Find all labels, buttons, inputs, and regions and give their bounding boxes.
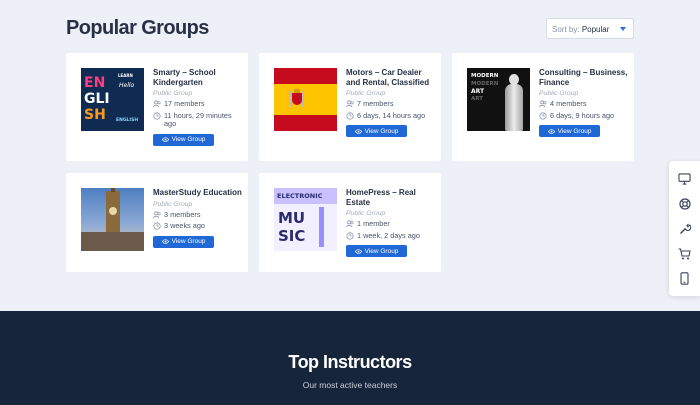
clock-icon	[539, 111, 547, 120]
member-count: 1 member	[357, 219, 390, 228]
button-label: View Group	[364, 127, 399, 135]
eye-icon	[354, 248, 362, 254]
view-group-button[interactable]: View Group	[539, 125, 600, 137]
lifebuoy-icon[interactable]	[677, 196, 692, 211]
instructors-section: Top Instructors Our most active teachers	[0, 311, 700, 405]
view-group-button[interactable]: View Group	[153, 235, 214, 248]
coat-of-arms	[290, 89, 304, 109]
group-thumbnail[interactable]	[81, 188, 144, 251]
group-name[interactable]: Smarty – School Kindergarten	[153, 68, 243, 87]
monitor-icon[interactable]	[677, 171, 692, 186]
group-thumbnail[interactable]	[274, 68, 337, 131]
group-card: ELECTRONIC MU SIC HomePress – Real Estat…	[259, 173, 441, 272]
page-title: Popular Groups	[66, 17, 209, 39]
clock-icon	[346, 111, 354, 120]
members-icon	[539, 100, 547, 108]
group-type: Public Group	[153, 200, 193, 208]
group-thumbnail[interactable]: MODERN MODERN ART ART	[467, 68, 530, 131]
members-icon	[346, 100, 354, 108]
last-active: 6 days, 14 hours ago	[357, 110, 426, 120]
thumb-text: MODERN	[471, 73, 499, 79]
view-group-button[interactable]: View Group	[346, 125, 407, 137]
group-thumbnail[interactable]: ELECTRONIC MU SIC	[274, 188, 337, 251]
group-type: Public Group	[346, 90, 386, 97]
flag-stripe	[274, 84, 337, 115]
button-label: View Group	[171, 136, 206, 143]
group-name[interactable]: MasterStudy Education	[153, 188, 243, 198]
group-card: Motors – Car Dealer and Rental, Classifi…	[259, 53, 441, 161]
buildings-image	[81, 232, 144, 251]
group-name[interactable]: Consulting – Business, Finance	[539, 68, 629, 87]
last-active: 11 hours, 29 minutes ago	[164, 110, 232, 128]
clock-icon	[153, 222, 161, 230]
members-icon	[346, 220, 354, 228]
thumb-text: MU	[278, 209, 306, 227]
group-card: LEARN EN Hello GLI SH ENGLISH Smarty – S…	[66, 53, 248, 161]
last-active: 3 weeks ago	[164, 221, 205, 230]
cart-icon[interactable]	[677, 246, 692, 261]
button-label: View Group	[364, 247, 399, 255]
eye-icon	[354, 128, 362, 134]
group-card: MasterStudy Education Public Group 3 mem…	[66, 173, 248, 272]
thumb-text: ART	[471, 88, 485, 95]
member-count: 4 members	[550, 99, 587, 108]
thumb-text: GLI	[84, 91, 110, 107]
wrench-icon[interactable]	[677, 221, 692, 236]
thumb-text: Hello	[119, 82, 135, 89]
member-count: 3 members	[164, 209, 201, 219]
thumb-text: LEARN	[118, 73, 133, 78]
members-icon	[153, 100, 161, 108]
thumb-text: ENGLISH	[116, 118, 139, 123]
section-title: Top Instructors	[288, 352, 412, 372]
mobile-icon[interactable]	[677, 271, 692, 286]
group-thumbnail[interactable]: LEARN EN Hello GLI SH ENGLISH	[81, 68, 144, 131]
member-count: 17 members	[164, 99, 205, 108]
view-group-button[interactable]: View Group	[346, 245, 407, 257]
thumb-text: ART	[471, 96, 483, 102]
thumb-accent	[319, 207, 324, 247]
group-name[interactable]: HomePress – Real Estate	[346, 188, 436, 207]
chevron-down-icon	[620, 27, 626, 31]
button-label: View Group	[171, 238, 206, 245]
clock-icon	[153, 111, 161, 120]
last-active: 1 week, 2 days ago	[357, 230, 420, 240]
thumb-text: SH	[84, 107, 106, 123]
button-label: View Group	[557, 127, 592, 135]
thumb-text: MODERN	[471, 81, 499, 87]
sort-prefix: Sort by:	[552, 25, 580, 34]
group-type: Public Group	[539, 90, 579, 97]
thumb-text: SIC	[278, 227, 306, 245]
thumb-text: ELECTRONIC	[277, 192, 323, 200]
group-type: Public Group	[153, 90, 193, 97]
sort-value: Popular	[581, 25, 610, 34]
eye-icon	[161, 137, 169, 142]
sort-select[interactable]: Sort by: Popular	[546, 18, 634, 39]
clock-icon	[346, 231, 354, 240]
group-type: Public Group	[346, 210, 386, 217]
member-count: 7 members	[357, 99, 394, 108]
statue-image	[503, 74, 525, 131]
section-subtitle: Our most active teachers	[302, 380, 398, 390]
eye-icon	[547, 128, 555, 134]
thumb-text: EN	[84, 75, 106, 91]
members-icon	[153, 210, 161, 218]
last-active: 6 days, 9 hours ago	[550, 110, 615, 120]
eye-icon	[161, 239, 169, 244]
group-card: MODERN MODERN ART ART Consulting – Busin…	[452, 53, 634, 161]
view-group-button[interactable]: View Group	[153, 133, 214, 146]
group-name[interactable]: Motors – Car Dealer and Rental, Classifi…	[346, 68, 436, 87]
side-dock	[669, 161, 700, 296]
